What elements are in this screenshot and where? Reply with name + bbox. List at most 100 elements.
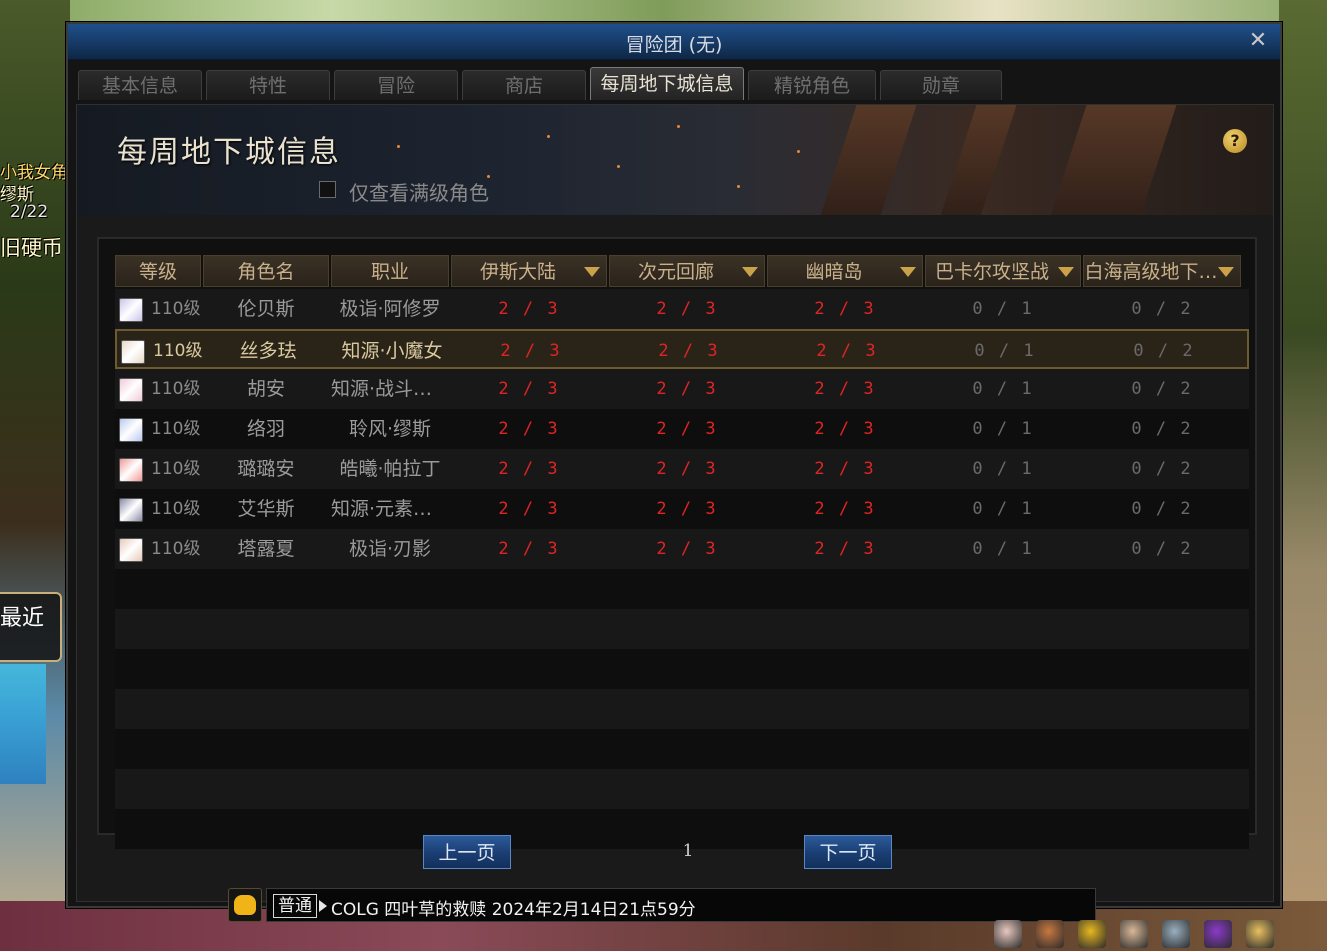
tab-medals[interactable]: 勋章 xyxy=(880,70,1002,100)
empty-table-row xyxy=(115,569,1249,609)
character-portrait-icon[interactable] xyxy=(994,920,1022,948)
tab-traits[interactable]: 特性 xyxy=(206,70,330,100)
recent-label: 最近 xyxy=(0,606,45,631)
cell-isle-count: 2 / 3 xyxy=(498,539,560,559)
dungeon-table: 等级 角色名 职业 伊斯大陆 次元回廊 幽暗岛 巴卡尔攻坚战 白海高级地下… 1… xyxy=(97,237,1257,849)
cell-level: 110级 xyxy=(151,499,201,519)
cell-level: 110级 xyxy=(151,539,201,559)
character-avatar-icon xyxy=(119,298,143,322)
left-overlay-coin: 旧硬币 xyxy=(0,236,60,260)
cell-level: 110级 xyxy=(151,459,201,479)
table-header: 等级 角色名 职业 伊斯大陆 次元回廊 幽暗岛 巴卡尔攻坚战 白海高级地下… xyxy=(115,255,1249,287)
cell-isle-count: 2 / 3 xyxy=(498,499,560,519)
cell-isle-count: 2 / 3 xyxy=(500,341,562,361)
cell-bakal-count: 0 / 1 xyxy=(972,419,1034,439)
prev-page-button[interactable]: 上一页 xyxy=(423,835,511,869)
empty-table-row xyxy=(115,769,1249,809)
cell-white-sea-count: 0 / 2 xyxy=(1131,299,1193,319)
cell-dimension-count: 2 / 3 xyxy=(656,419,718,439)
help-icon[interactable]: ? xyxy=(1223,129,1247,153)
pagination: 上一页 1 下一页 xyxy=(77,835,1273,875)
cell-bakal-count: 0 / 1 xyxy=(974,341,1036,361)
cell-dimension-count: 2 / 3 xyxy=(656,299,718,319)
cell-level: 110级 xyxy=(151,299,201,319)
cell-character-name: 胡安 xyxy=(246,378,285,400)
chat-channel-badge[interactable]: 普通 xyxy=(273,894,317,918)
empty-table-row xyxy=(115,649,1249,689)
cell-dark-island-count: 2 / 3 xyxy=(814,499,876,519)
window-titlebar[interactable]: 冒险团 (无) ✕ xyxy=(68,24,1280,60)
portal-orb-icon[interactable] xyxy=(1204,920,1232,948)
sort-arrow-icon[interactable] xyxy=(1218,267,1234,277)
column-header-label: 巴卡尔攻坚战 xyxy=(934,261,1049,283)
chat-emote-icon[interactable] xyxy=(228,888,262,922)
cell-bakal-count: 0 / 1 xyxy=(972,499,1034,519)
page-number: 1 xyxy=(682,841,694,861)
banner-beam xyxy=(1044,105,1180,215)
banner-spark xyxy=(397,145,400,148)
cell-isle-count: 2 / 3 xyxy=(498,419,560,439)
cell-character-name: 络羽 xyxy=(246,418,285,440)
cell-white-sea-count: 0 / 2 xyxy=(1133,341,1195,361)
tab-elite-characters[interactable]: 精锐角色 xyxy=(748,70,876,100)
column-header-label: 角色名 xyxy=(237,261,295,283)
cell-white-sea-count: 0 / 2 xyxy=(1131,499,1193,519)
settings-sun-icon[interactable] xyxy=(1246,920,1274,948)
column-header-label: 次元回廊 xyxy=(637,261,714,283)
cell-isle-count: 2 / 3 xyxy=(498,299,560,319)
column-header-bakal-raid[interactable]: 巴卡尔攻坚战 xyxy=(925,255,1081,287)
close-button[interactable]: ✕ xyxy=(1246,29,1270,53)
cell-dimension-count: 2 / 3 xyxy=(656,459,718,479)
column-header-isle[interactable]: 伊斯大陆 xyxy=(451,255,607,287)
chat-arrow-icon xyxy=(319,900,327,912)
left-overlay-count: 2/22 xyxy=(10,202,49,222)
sort-arrow-icon[interactable] xyxy=(1058,267,1074,277)
adventurer-face-icon[interactable] xyxy=(1120,920,1148,948)
banner-beam xyxy=(934,105,1020,215)
max-level-checkbox[interactable] xyxy=(319,181,336,198)
column-header-white-sea[interactable]: 白海高级地下… xyxy=(1083,255,1241,287)
tab-shop[interactable]: 商店 xyxy=(462,70,586,100)
chat-bar[interactable]: 普通 COLG 四叶草的救赎 2024年2月14日21点59分 xyxy=(266,888,1096,922)
inventory-grid-icon[interactable] xyxy=(1036,920,1064,948)
crown-icon[interactable] xyxy=(1078,920,1106,948)
table-row[interactable]: 110级 塔露夏 极诣·刃影 2 / 3 2 / 3 2 / 3 0 / 1 0 / 2 xyxy=(115,529,1249,569)
column-header-label: 职业 xyxy=(370,261,409,283)
table-row[interactable]: 110级 艾华斯 知源·元素爆… 2 / 3 2 / 3 2 / 3 0 / 1 0 / 2 xyxy=(115,489,1249,529)
tab-basic-info[interactable]: 基本信息 xyxy=(78,70,202,100)
tab-adventure[interactable]: 冒险 xyxy=(334,70,458,100)
table-row[interactable]: 110级 伦贝斯 极诣·阿修罗 2 / 3 2 / 3 2 / 3 0 / 1 0 / 2 xyxy=(115,289,1249,329)
cell-white-sea-count: 0 / 2 xyxy=(1131,539,1193,559)
cell-level: 110级 xyxy=(153,341,203,361)
map-pin-icon[interactable] xyxy=(1162,920,1190,948)
cell-job: 极诣·阿修罗 xyxy=(339,298,441,320)
recent-button[interactable]: 最近 xyxy=(0,592,62,662)
cell-bakal-count: 0 / 1 xyxy=(972,459,1034,479)
sort-arrow-icon[interactable] xyxy=(900,267,916,277)
table-row[interactable]: 110级 胡安 知源·战斗法… 2 / 3 2 / 3 2 / 3 0 / 1 0 / 2 xyxy=(115,369,1249,409)
table-row[interactable]: 110级 璐璐安 皓曦·帕拉丁 2 / 3 2 / 3 2 / 3 0 / 1 0 / 2 xyxy=(115,449,1249,489)
cell-character-name: 丝多珐 xyxy=(239,340,297,362)
character-avatar-icon xyxy=(119,378,143,402)
game-background-right xyxy=(1279,0,1327,951)
cell-dimension-count: 2 / 3 xyxy=(656,499,718,519)
page-title: 每周地下城信息 xyxy=(117,135,341,170)
column-header-label: 伊斯大陆 xyxy=(479,261,556,283)
banner-spark xyxy=(547,135,550,138)
next-page-button[interactable]: 下一页 xyxy=(804,835,892,869)
empty-table-row xyxy=(115,689,1249,729)
sort-arrow-icon[interactable] xyxy=(584,267,600,277)
cell-isle-count: 2 / 3 xyxy=(498,379,560,399)
cell-character-name: 伦贝斯 xyxy=(237,298,295,320)
cell-dark-island-count: 2 / 3 xyxy=(814,539,876,559)
sort-arrow-icon[interactable] xyxy=(742,267,758,277)
tab-weekly-dungeon-info[interactable]: 每周地下城信息 xyxy=(590,67,744,100)
cell-bakal-count: 0 / 1 xyxy=(972,379,1034,399)
table-row[interactable]: 110级 络羽 聆风·缪斯 2 / 3 2 / 3 2 / 3 0 / 1 0 / 2 xyxy=(115,409,1249,449)
game-background-left xyxy=(0,0,70,951)
table-row[interactable]: 110级 丝多珐 知源·小魔女 2 / 3 2 / 3 2 / 3 0 / 1 0 / 2 xyxy=(115,329,1249,369)
column-header-dark-island[interactable]: 幽暗岛 xyxy=(767,255,923,287)
character-avatar-icon xyxy=(119,538,143,562)
banner-spark xyxy=(677,125,680,128)
column-header-dimension[interactable]: 次元回廊 xyxy=(609,255,765,287)
